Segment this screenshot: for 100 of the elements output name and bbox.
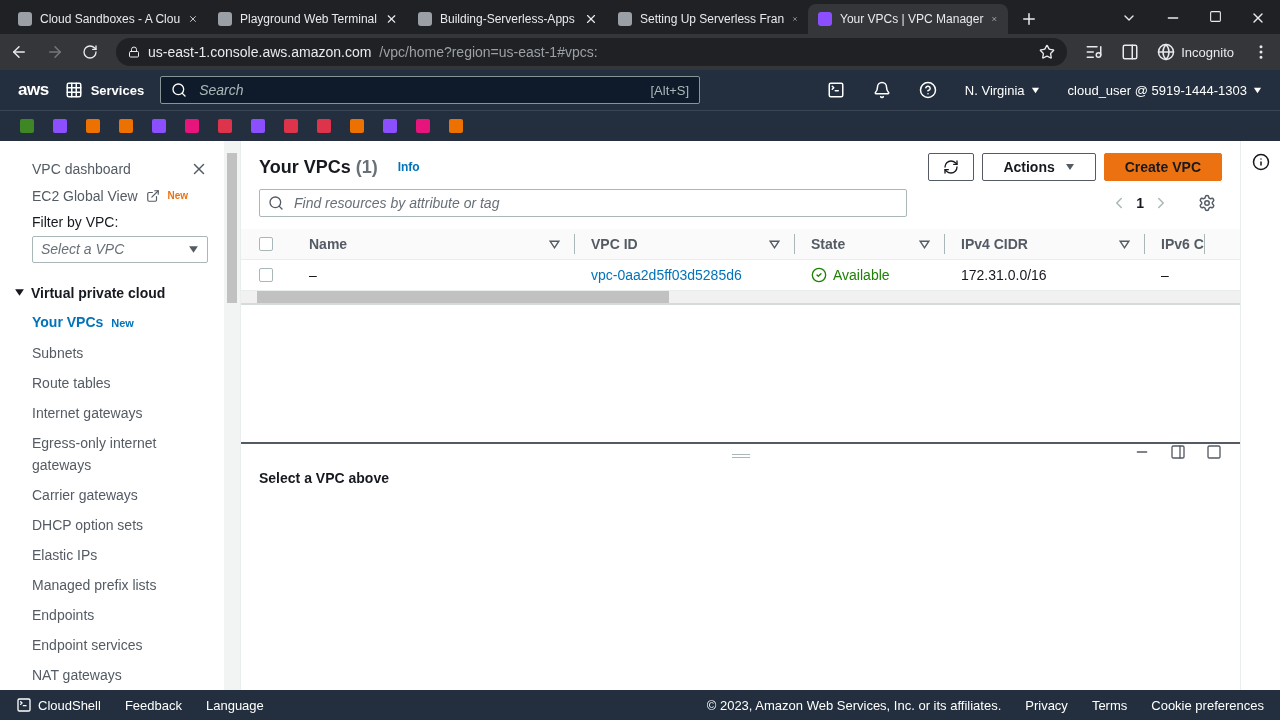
actions-button[interactable]: Actions <box>982 153 1096 181</box>
filter-label: Filter by VPC: <box>32 213 120 230</box>
caret-down-icon <box>1064 162 1075 172</box>
page-title: Your VPCs (1) <box>259 156 378 178</box>
external-link-icon <box>145 188 160 203</box>
side-panel-icon[interactable] <box>1121 43 1140 61</box>
settings-icon[interactable] <box>1198 194 1216 212</box>
column-header[interactable]: IPv6 C <box>1145 234 1205 254</box>
refresh-icon <box>943 159 960 175</box>
new-label: New <box>167 190 189 202</box>
fullscreen-icon[interactable] <box>1206 444 1222 460</box>
sidebar-item[interactable]: NAT gateways <box>32 660 208 690</box>
star-icon[interactable] <box>1039 44 1056 60</box>
table-cell-text: 172.31.0.0/16 <box>960 267 1048 283</box>
vertical-scrollbar[interactable] <box>224 141 240 690</box>
section-toggle[interactable]: Virtual private cloud <box>14 285 208 301</box>
column-header[interactable]: IPv4 CIDR <box>945 234 1145 254</box>
bell-icon[interactable] <box>872 81 891 99</box>
favicon-icon <box>18 12 32 26</box>
sidebar-item[interactable]: Route tables <box>32 368 208 398</box>
search-icon <box>268 195 284 211</box>
search-icon <box>171 82 188 98</box>
sort-icon <box>919 238 930 250</box>
vpc-id-link[interactable]: vpc-0aa2d5ff03d5285d6 <box>575 267 795 283</box>
table-cell-text: – <box>1160 267 1170 283</box>
help-icon[interactable] <box>918 81 937 99</box>
info-icon[interactable] <box>1251 153 1270 171</box>
caret-down-icon <box>1253 85 1262 95</box>
terminal-icon <box>16 697 32 713</box>
info-link[interactable]: Info <box>397 160 420 174</box>
grid-icon <box>64 81 83 99</box>
sidebar-link[interactable]: VPC dashboard <box>32 160 131 177</box>
row-checkbox[interactable] <box>259 268 273 282</box>
caret-down-icon <box>14 287 25 299</box>
sidebar-link[interactable]: EC2 Global View <box>32 187 138 204</box>
reload-icon[interactable] <box>82 44 98 60</box>
page-number[interactable]: 1 <box>1136 195 1144 211</box>
close-icon[interactable] <box>584 12 598 26</box>
restore-icon[interactable] <box>1209 10 1222 23</box>
services-button[interactable]: Services <box>64 81 145 99</box>
search-field[interactable]: Find resources by attribute or tag <box>259 189 907 217</box>
sort-icon <box>549 238 560 250</box>
account-menu[interactable]: cloud_user @ 5919-1444-1303 <box>1067 82 1262 98</box>
browser-tab[interactable]: Playground Web Terminal <box>208 4 408 34</box>
browser-tab[interactable]: Cloud Sandboxes - A Clou <box>8 4 208 34</box>
browser-tab[interactable]: Building-Serverless-Apps <box>408 4 608 34</box>
browser-tab[interactable]: Your VPCs | VPC Manager <box>808 4 1008 34</box>
search-bar[interactable]: Search [Alt+S] <box>160 76 701 104</box>
sidebar-item[interactable]: Your VPCs New <box>32 307 208 338</box>
column-header[interactable]: VPC ID <box>575 234 795 254</box>
table-cell: Available <box>795 267 945 283</box>
new-tab-icon[interactable] <box>1020 10 1038 28</box>
sidebar-item[interactable]: Carrier gateways <box>32 480 208 510</box>
footer-link[interactable]: Privacy <box>1025 697 1068 713</box>
select-all-checkbox[interactable] <box>259 237 273 251</box>
sidebar-item[interactable]: Endpoint services <box>32 630 208 660</box>
feedback-link[interactable]: Feedback <box>124 697 182 713</box>
footer-link[interactable]: Cookie preferences <box>1151 697 1264 713</box>
horizontal-scrollbar[interactable] <box>241 291 1240 305</box>
create-vpc-button[interactable]: Create VPC <box>1103 153 1222 181</box>
media-icon[interactable] <box>1085 43 1104 61</box>
vpc-select[interactable]: Select a VPC <box>32 235 208 263</box>
language-link[interactable]: Language <box>205 697 264 713</box>
aws-logo[interactable]: aws <box>18 80 49 100</box>
footer-link[interactable]: Terms <box>1091 697 1128 713</box>
column-header[interactable]: State <box>795 234 945 254</box>
column-header[interactable]: Name <box>293 234 575 254</box>
split-side-icon[interactable] <box>1170 444 1186 460</box>
favicon-icon <box>418 12 432 26</box>
back-icon[interactable] <box>10 43 28 61</box>
cloudshell-link[interactable]: CloudShell <box>16 697 101 713</box>
forward-icon[interactable] <box>46 43 64 61</box>
address-bar[interactable]: us-east-1.console.aws.amazon.com /vpc/home?region=us-east-1#vpcs: <box>116 38 1068 66</box>
search-input[interactable]: Search <box>197 81 641 99</box>
sidebar-item[interactable]: Elastic IPs <box>32 540 208 570</box>
browser-tab[interactable]: Setting Up Serverless Fran <box>608 4 808 34</box>
table-cell-text: – <box>308 267 318 283</box>
terminal-icon[interactable] <box>826 81 845 99</box>
region-menu[interactable]: N. Virginia <box>964 82 1040 98</box>
sidebar-item[interactable]: Internet gateways <box>32 398 208 428</box>
favicon-icon <box>818 12 832 26</box>
lock-icon <box>128 46 140 58</box>
favicon-icon <box>618 12 632 26</box>
sidebar-item[interactable]: Endpoints <box>32 600 208 630</box>
caret-down-icon <box>1030 85 1040 95</box>
sidebar-item[interactable]: Managed prefix lists <box>32 570 208 600</box>
sort-icon <box>1119 238 1130 250</box>
sidebar-item[interactable]: Egress-only internet gateways <box>32 428 208 480</box>
sidebar-item[interactable]: DHCP option sets <box>32 510 208 540</box>
profile-button[interactable]: Incognito <box>1157 43 1234 61</box>
resize-handle[interactable] <box>731 454 750 458</box>
copyright-text: © 2023, Amazon Web Services, Inc. or its affiliates. <box>706 697 1002 713</box>
sort-icon <box>769 238 780 250</box>
refresh-button[interactable] <box>928 153 975 181</box>
check-circle-icon <box>811 267 827 283</box>
shortcut-hint: [Alt+S] <box>650 82 690 98</box>
favicon-icon <box>218 12 232 26</box>
empty-details-message: Select a VPC above <box>259 470 390 486</box>
caret-down-icon <box>188 243 199 255</box>
sidebar-item[interactable]: Subnets <box>32 338 208 368</box>
